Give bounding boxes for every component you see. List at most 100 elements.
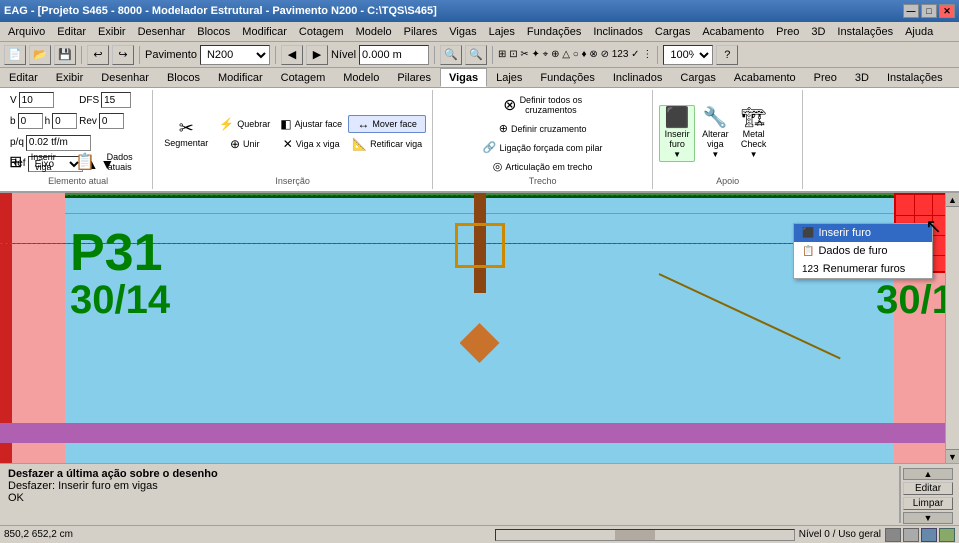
tab-blocos[interactable]: Blocos xyxy=(158,68,209,87)
tab-cotagem[interactable]: Cotagem xyxy=(272,68,335,87)
menu-blocos[interactable]: Blocos xyxy=(191,24,236,40)
limpar-button[interactable]: Limpar xyxy=(903,497,953,510)
nivel-input[interactable] xyxy=(359,45,429,65)
dropdown-renumerar-furos[interactable]: 123 Renumerar furos xyxy=(794,260,932,278)
ligacao-forcada-label: Ligação forçada com pilar xyxy=(499,143,602,153)
menu-pilares[interactable]: Pilares xyxy=(398,24,444,40)
help-btn[interactable]: ? xyxy=(716,45,738,65)
status-scroll-up[interactable]: ▲ xyxy=(903,468,953,480)
scroll-thumb xyxy=(615,530,655,540)
tab-modificar[interactable]: Modificar xyxy=(209,68,272,87)
redo-btn[interactable]: ↪ xyxy=(112,45,134,65)
scroll-up-btn[interactable]: ▲ xyxy=(946,193,959,207)
alterar-viga-button[interactable]: 🔧 Alterarviga ▼ xyxy=(697,105,734,162)
tab-inclinados[interactable]: Inclinados xyxy=(604,68,672,87)
mover-face-button[interactable]: ↔ Mover face xyxy=(348,115,426,133)
toolbar-row1: 📄 📂 💾 ↩ ↪ Pavimento N200 ◀ ▶ Nível 🔍 🔍 ⊞… xyxy=(0,42,959,68)
ligacao-forcada-button[interactable]: 🔗 Ligação forçada com pilar xyxy=(479,139,607,156)
tab-cargas[interactable]: Cargas xyxy=(671,68,724,87)
menu-desenhar[interactable]: Desenhar xyxy=(132,24,192,40)
dropdown-inserir-furo[interactable]: ⬛ Inserir furo xyxy=(794,224,932,242)
v-input[interactable] xyxy=(19,92,54,108)
inserir-furo-button[interactable]: ⬛ Inserirfuro ▼ xyxy=(659,105,695,162)
tab-desenhar[interactable]: Desenhar xyxy=(92,68,158,87)
inserir-viga-button[interactable]: ⊞ Inserir viga xyxy=(4,149,68,175)
definir-cruzamentos-button[interactable]: ⊗ Definir todos os cruzamentos xyxy=(498,92,587,118)
tab-pilares[interactable]: Pilares xyxy=(388,68,440,87)
tab-acabamento[interactable]: Acabamento xyxy=(725,68,805,87)
tab-lajes[interactable]: Lajes xyxy=(487,68,531,87)
metal-check-button[interactable]: 🏗 MetalCheck ▼ xyxy=(736,105,772,162)
ajustar-face-button[interactable]: ◧ Ajustar face xyxy=(276,115,346,133)
editar-button[interactable]: Editar xyxy=(903,482,953,495)
menu-ajuda[interactable]: Ajuda xyxy=(899,24,939,40)
scroll-down-btn[interactable]: ▼ xyxy=(946,449,959,463)
retificar-viga-button[interactable]: 📐 Retificar viga xyxy=(348,135,426,153)
undo-btn[interactable]: ↩ xyxy=(87,45,109,65)
articulacao-button[interactable]: ◎ Articulação em trecho xyxy=(479,158,607,175)
zoom-out-btn[interactable]: 🔍 xyxy=(465,45,487,65)
open-btn[interactable]: 📂 xyxy=(29,45,51,65)
mover-face-icon: ↔ xyxy=(357,117,369,131)
prev-level-btn[interactable]: ◀ xyxy=(281,45,303,65)
close-button[interactable]: ✕ xyxy=(939,4,955,18)
rev-input[interactable] xyxy=(99,113,124,129)
segmentar-button[interactable]: ✂ Segmentar xyxy=(159,116,213,151)
tab-vigas[interactable]: Vigas xyxy=(440,68,487,87)
menu-modificar[interactable]: Modificar xyxy=(236,24,293,40)
b-input[interactable] xyxy=(18,113,43,129)
menu-modelo[interactable]: Modelo xyxy=(350,24,398,40)
menu-editar[interactable]: Editar xyxy=(51,24,92,40)
bottom-scrollbar[interactable] xyxy=(495,529,795,541)
tab-exibir[interactable]: Exibir xyxy=(47,68,93,87)
unir-icon: ⊕ xyxy=(230,137,240,151)
definir-cruzamento-button[interactable]: ⊕ Definir cruzamento xyxy=(479,120,607,137)
title-bar: EAG - [Projeto S465 - 8000 - Modelador E… xyxy=(0,0,959,22)
status-icon2 xyxy=(903,528,919,542)
alterar-viga-dropdown[interactable]: ▼ xyxy=(711,150,719,159)
dados-atuais-button[interactable]: 📋 Dados atuais xyxy=(70,149,148,175)
menu-exibir[interactable]: Exibir xyxy=(92,24,132,40)
unir-button[interactable]: ⊕ Unir xyxy=(215,135,274,153)
group-label-apoio: Apoio xyxy=(653,175,802,187)
minimize-button[interactable]: — xyxy=(903,4,919,18)
quebrar-button[interactable]: ⚡ Quebrar xyxy=(215,115,274,133)
tab-preo[interactable]: Preo xyxy=(805,68,846,87)
new-btn[interactable]: 📄 xyxy=(4,45,26,65)
canvas-scrollbar-v[interactable]: ▲ ▼ xyxy=(945,193,959,463)
maximize-button[interactable]: □ xyxy=(921,4,937,18)
dados-atuais-label: Dados atuais xyxy=(96,152,143,172)
dropdown-menu: ⬛ Inserir furo 📋 Dados de furo 123 Renum… xyxy=(793,223,933,279)
viga-x-viga-button[interactable]: ✕ Viga x viga xyxy=(276,135,346,153)
menu-vigas[interactable]: Vigas xyxy=(443,24,482,40)
tab-editar[interactable]: Editar xyxy=(0,68,47,87)
tab-3d[interactable]: 3D xyxy=(846,68,878,87)
menu-lajes[interactable]: Lajes xyxy=(483,24,521,40)
dropdown-dados-furo[interactable]: 📋 Dados de furo xyxy=(794,242,932,260)
menu-instalacoes[interactable]: Instalações xyxy=(831,24,899,40)
zoom-in-btn[interactable]: 🔍 xyxy=(440,45,462,65)
tab-instalacoes[interactable]: Instalações xyxy=(878,68,952,87)
zoom-select[interactable]: 100% xyxy=(663,45,713,65)
icons-group: ⊞ ⊡ ✂ ✦ ⌖ ⊕ △ ○ ♦ ⊗ ⊘ 123 ✓ ⋮ xyxy=(498,49,652,60)
h-input[interactable] xyxy=(52,113,77,129)
menu-preo[interactable]: Preo xyxy=(770,24,805,40)
menu-arquivo[interactable]: Arquivo xyxy=(2,24,51,40)
inserir-furo-dropdown[interactable]: ▼ xyxy=(673,150,681,159)
save-btn[interactable]: 💾 xyxy=(54,45,76,65)
menu-3d[interactable]: 3D xyxy=(805,24,831,40)
menu-fundacoes[interactable]: Fundações xyxy=(521,24,587,40)
menu-inclinados[interactable]: Inclinados xyxy=(587,24,649,40)
next-level-btn[interactable]: ▶ xyxy=(306,45,328,65)
tab-modelo[interactable]: Modelo xyxy=(334,68,388,87)
inserir-furo-menu-label: Inserir furo xyxy=(818,227,871,239)
dfs-input[interactable] xyxy=(101,92,131,108)
tab-fundacoes[interactable]: Fundações xyxy=(531,68,603,87)
pavimento-select[interactable]: N200 xyxy=(200,45,270,65)
title-controls: — □ ✕ xyxy=(903,4,955,18)
menu-cotagem[interactable]: Cotagem xyxy=(293,24,350,40)
menu-acabamento[interactable]: Acabamento xyxy=(696,24,770,40)
renumerar-furos-icon: 123 xyxy=(802,264,819,275)
metal-check-dropdown[interactable]: ▼ xyxy=(750,150,758,159)
menu-cargas[interactable]: Cargas xyxy=(649,24,696,40)
